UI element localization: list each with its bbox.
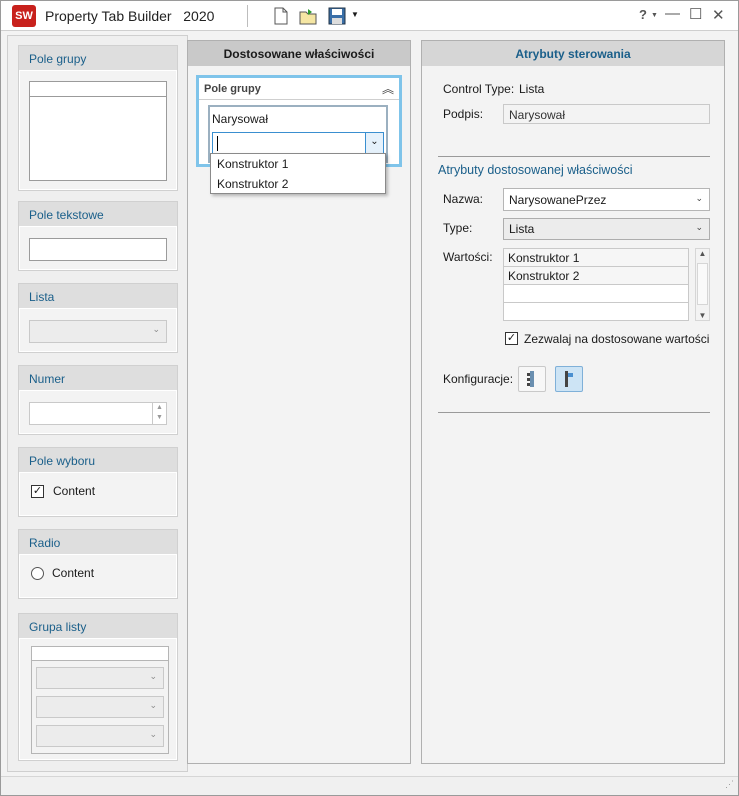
chevron-down-icon: ⌄ bbox=[149, 729, 157, 739]
radio-label: Content bbox=[52, 566, 95, 580]
palette-list-title: Lista bbox=[19, 284, 177, 309]
list-control-label: Narysował bbox=[212, 112, 269, 126]
text-cursor bbox=[217, 136, 218, 151]
config-single-icon bbox=[565, 371, 573, 387]
chevron-down-icon: ⌄ bbox=[149, 671, 157, 681]
spinner-icon: ▲ ▼ bbox=[152, 403, 166, 424]
checkbox-checked-icon: ✓ bbox=[31, 485, 44, 498]
palette-group-box[interactable]: Pole grupy bbox=[18, 45, 178, 191]
chevron-down-icon[interactable]: ⌄ bbox=[365, 133, 383, 154]
save-disk-icon[interactable] bbox=[327, 6, 347, 26]
custom-properties-header: Dostosowane właściwości bbox=[188, 41, 410, 66]
radio-icon bbox=[31, 567, 44, 580]
values-list: Konstruktor 1 Konstruktor 2 bbox=[503, 248, 689, 321]
dropdown-arrow-icon[interactable]: ▼ bbox=[351, 10, 359, 19]
palette-number-title: Numer bbox=[19, 366, 177, 391]
custom-attributes-title: Atrybuty dostosowanej właściwości bbox=[438, 163, 633, 177]
allow-custom-label: Zezwalaj na dostosowane wartości bbox=[524, 332, 710, 346]
divider bbox=[438, 156, 710, 157]
value-item[interactable] bbox=[504, 285, 688, 303]
control-palette: Pole grupy Pole tekstowe Lista ⌄ Numer ▲… bbox=[7, 35, 188, 772]
values-scrollbar[interactable]: ▲ ▼ bbox=[695, 248, 710, 321]
type-value: Lista bbox=[509, 222, 535, 236]
config-tree-icon bbox=[527, 371, 534, 387]
palette-checkbox-title: Pole wyboru bbox=[19, 448, 177, 473]
minimize-icon[interactable]: — bbox=[665, 5, 680, 22]
chevron-down-icon[interactable]: ⌄ bbox=[695, 193, 703, 204]
palette-radio-title: Radio bbox=[19, 530, 177, 555]
list-preview: ⌄ bbox=[29, 320, 167, 343]
list-group-preview: ⌄ ⌄ ⌄ bbox=[31, 646, 169, 754]
caption-label: Podpis: bbox=[443, 107, 484, 121]
divider bbox=[438, 412, 710, 413]
text-box-preview bbox=[29, 238, 167, 261]
control-attributes-panel: Atrybuty sterowania Control Type: Lista … bbox=[421, 40, 725, 764]
help-icon[interactable]: ? bbox=[639, 7, 647, 22]
number-preview: ▲ ▼ bbox=[29, 402, 167, 425]
value-item[interactable] bbox=[504, 303, 688, 320]
custom-properties-panel: Dostosowane właściwości Pole grupy ︽ Nar… bbox=[187, 40, 411, 764]
maximize-icon[interactable]: ☐ bbox=[689, 5, 702, 23]
name-value: NarysowanePrzez bbox=[509, 193, 607, 207]
dropdown-option[interactable]: Konstruktor 2 bbox=[217, 177, 288, 191]
new-file-icon[interactable] bbox=[271, 6, 291, 26]
collapse-icon[interactable]: ︽ bbox=[382, 80, 394, 97]
open-folder-icon[interactable] bbox=[298, 6, 318, 26]
palette-text-box[interactable]: Pole tekstowe bbox=[18, 201, 178, 271]
configurations-label: Konfiguracje: bbox=[443, 372, 514, 386]
palette-checkbox[interactable]: Pole wyboru ✓ Content bbox=[18, 447, 178, 517]
group-box-preview bbox=[29, 81, 167, 181]
palette-group-box-title: Pole grupy bbox=[19, 46, 177, 71]
dropdown-option[interactable]: Konstruktor 1 bbox=[217, 157, 288, 171]
resize-grip-icon[interactable]: ⋰ bbox=[725, 779, 734, 790]
chevron-down-icon: ⌄ bbox=[149, 700, 157, 710]
value-item[interactable]: Konstruktor 2 bbox=[504, 267, 688, 285]
chevron-down-icon: ⌄ bbox=[152, 324, 160, 334]
app-window: SW Property Tab Builder 2020 ▼ ? ▼ — ☐ ✕… bbox=[0, 0, 739, 796]
type-select[interactable]: Lista ⌄ bbox=[503, 218, 710, 240]
title-bar: SW Property Tab Builder 2020 ▼ ? ▼ — ☐ ✕ bbox=[1, 1, 738, 31]
palette-radio[interactable]: Radio Content bbox=[18, 529, 178, 599]
close-icon[interactable]: ✕ bbox=[712, 6, 725, 24]
value-item[interactable]: Konstruktor 1 bbox=[504, 249, 688, 267]
list-control-combobox[interactable]: ⌄ bbox=[212, 132, 384, 155]
control-type-label: Control Type: bbox=[443, 82, 515, 96]
config-single-button[interactable] bbox=[555, 366, 583, 392]
caption-field[interactable]: Narysował bbox=[503, 104, 710, 124]
palette-list[interactable]: Lista ⌄ bbox=[18, 283, 178, 353]
palette-number[interactable]: Numer ▲ ▼ bbox=[18, 365, 178, 435]
toolbar-separator bbox=[247, 5, 248, 27]
palette-list-group[interactable]: Grupa listy ⌄ ⌄ ⌄ bbox=[18, 613, 178, 761]
dropdown-list: Konstruktor 1 Konstruktor 2 bbox=[210, 153, 386, 194]
control-attributes-header: Atrybuty sterowania bbox=[422, 41, 724, 66]
status-bar: ⋰ bbox=[1, 776, 738, 795]
scrollbar-thumb[interactable] bbox=[697, 263, 708, 305]
type-label: Type: bbox=[443, 221, 473, 235]
chevron-down-icon[interactable]: ⌄ bbox=[695, 222, 703, 233]
scroll-down-icon[interactable]: ▼ bbox=[696, 311, 709, 320]
palette-text-box-title: Pole tekstowe bbox=[19, 202, 177, 227]
allow-custom-checkbox[interactable]: ✓ bbox=[505, 332, 518, 345]
values-label: Wartości: bbox=[443, 250, 493, 264]
name-label: Nazwa: bbox=[443, 192, 484, 206]
config-all-button[interactable] bbox=[518, 366, 546, 392]
palette-list-group-title: Grupa listy bbox=[19, 614, 177, 639]
group-box-title: Pole grupy bbox=[199, 78, 399, 100]
checkbox-label: Content bbox=[53, 484, 96, 498]
help-dropdown-icon[interactable]: ▼ bbox=[651, 12, 658, 19]
solidworks-logo: SW bbox=[12, 5, 36, 27]
name-combobox[interactable]: NarysowanePrzez ⌄ bbox=[503, 188, 710, 211]
app-title: Property Tab Builder 2020 bbox=[45, 8, 215, 24]
scroll-up-icon[interactable]: ▲ bbox=[696, 249, 709, 258]
control-type-value: Lista bbox=[519, 82, 545, 96]
